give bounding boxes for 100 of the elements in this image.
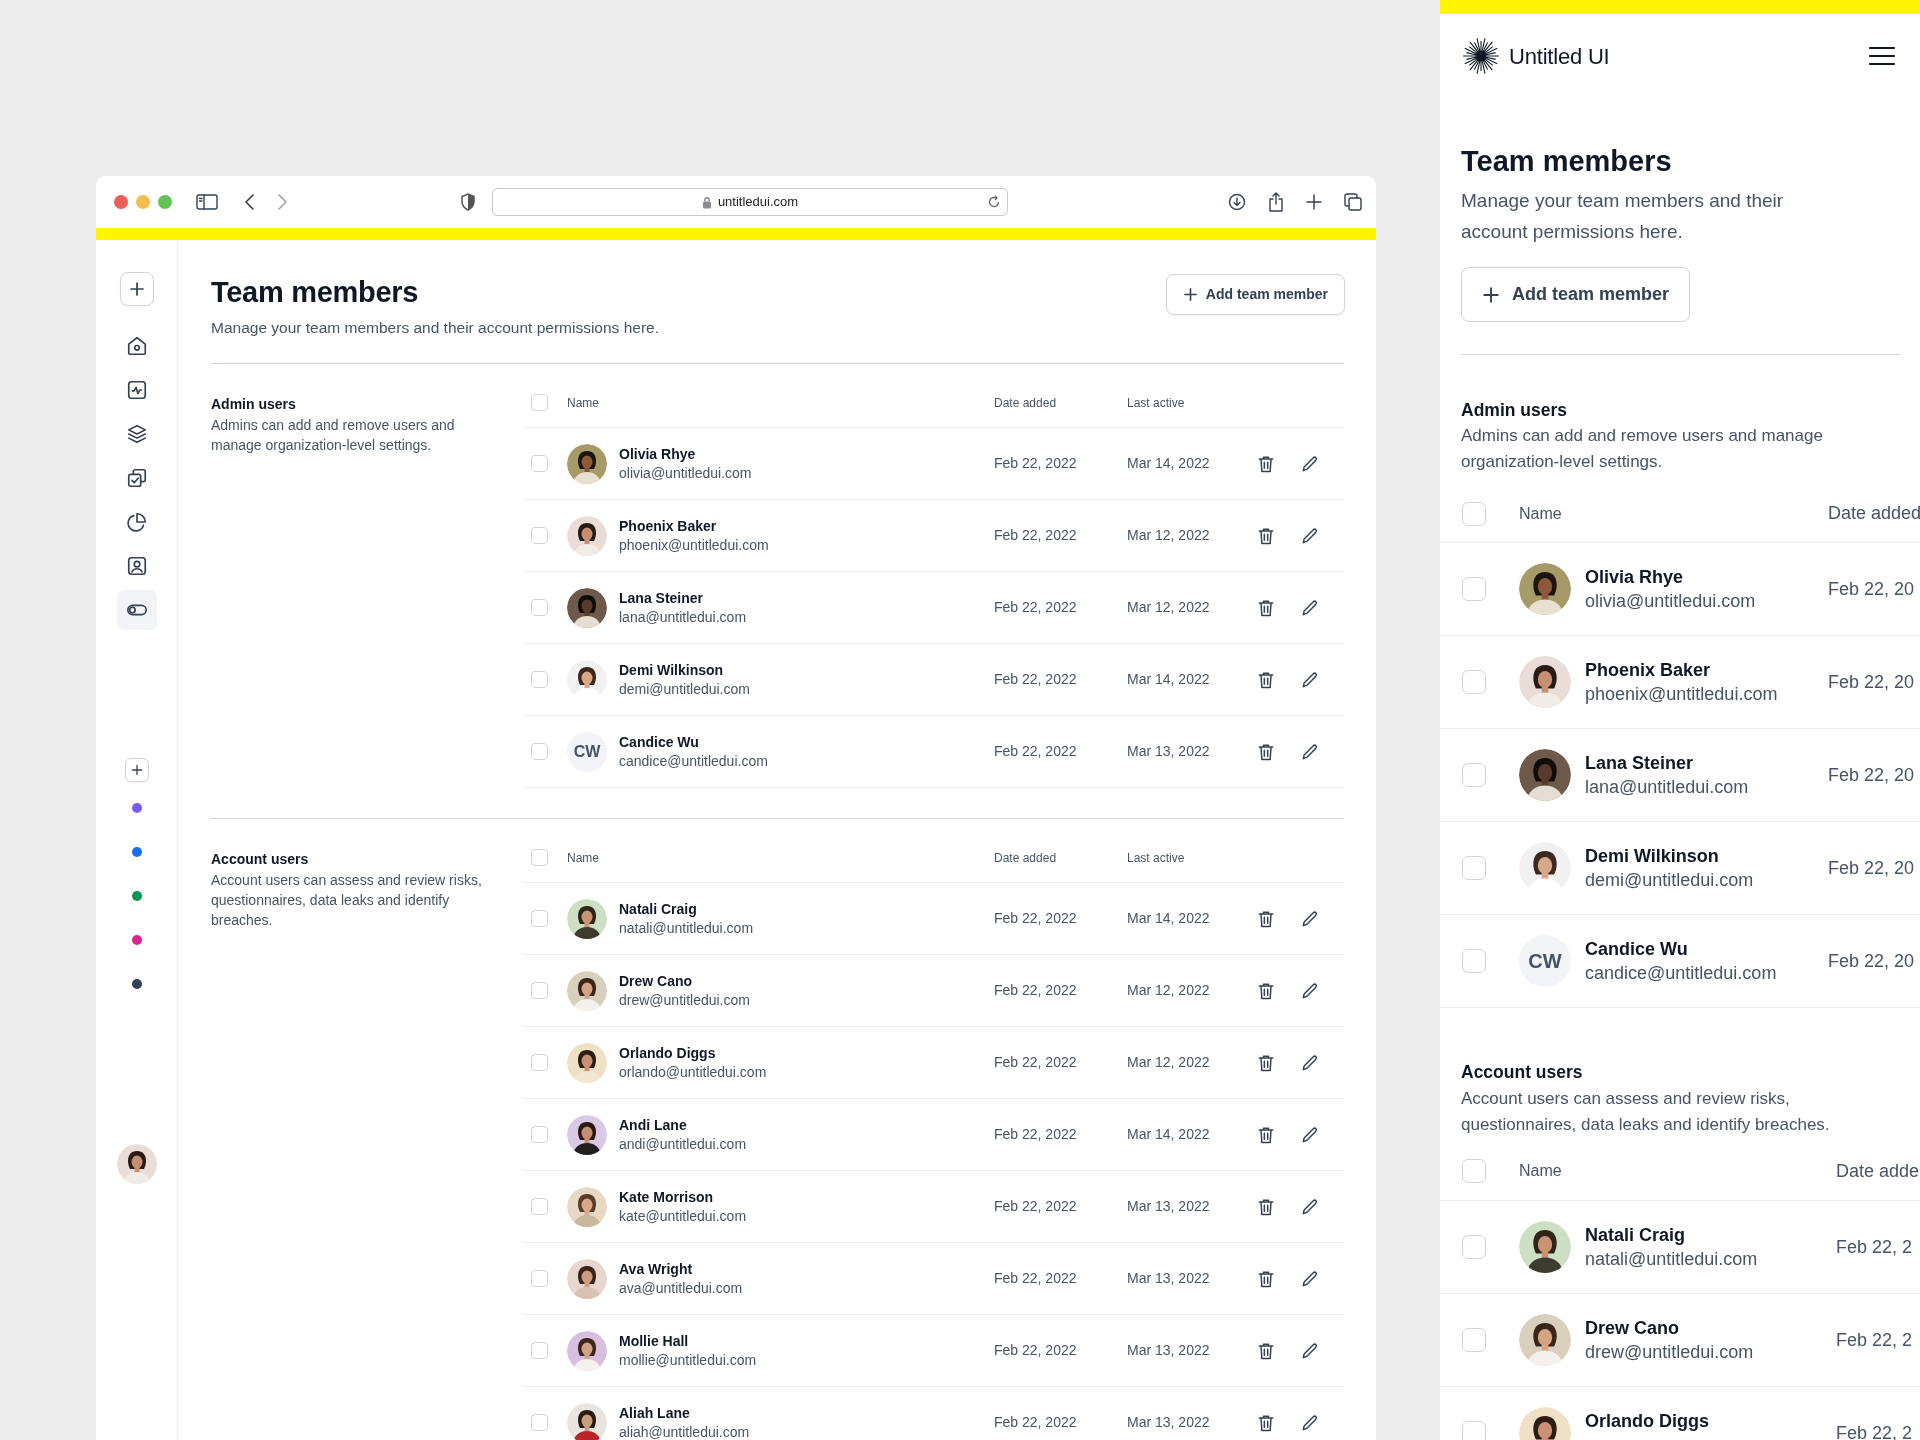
status-dot[interactable] <box>131 935 142 945</box>
last-active: Mar 14, 2022 <box>1127 670 1211 690</box>
member-email: olivia@untitledui.com <box>619 463 752 483</box>
section-description: Account users can assess and review risks, questionnaires, data leaks and identify breaches. <box>1461 1087 1831 1136</box>
pencil-icon <box>1300 980 1320 1001</box>
layers-icon <box>125 423 148 445</box>
checkbox[interactable] <box>531 910 548 928</box>
pencil-icon <box>1300 1412 1320 1433</box>
checkbox[interactable] <box>1462 1327 1486 1352</box>
status-dot[interactable] <box>131 847 142 857</box>
date-added: Feb 22, 2 <box>1836 1235 1914 1256</box>
member-name: Candice Wu <box>1585 938 1689 962</box>
checkbox[interactable] <box>531 394 548 412</box>
checkbox[interactable] <box>531 671 548 689</box>
page-subtitle: Manage your team members and their account permissions here. <box>1461 189 1785 244</box>
checkbox[interactable] <box>531 1126 548 1144</box>
share-icon[interactable] <box>1268 192 1284 212</box>
date-added: Feb 22, 2022 <box>994 454 1078 474</box>
plus-icon <box>128 281 145 297</box>
add-button[interactable] <box>119 272 154 306</box>
member-email: phoenix@untitledui.com <box>619 535 769 555</box>
last-active: Mar 14, 2022 <box>1127 909 1211 929</box>
status-dot[interactable] <box>131 891 142 901</box>
back-icon[interactable] <box>244 193 256 211</box>
status-dot[interactable] <box>131 803 142 813</box>
member-name: Olivia Rhye <box>1585 566 1685 590</box>
shield-icon[interactable] <box>460 193 476 211</box>
sidebar-toggle-icon[interactable] <box>196 193 218 211</box>
date-added: Feb 22, 2 <box>1836 1421 1914 1440</box>
checkbox[interactable] <box>531 1270 548 1288</box>
checkbox[interactable] <box>531 849 548 867</box>
last-active: Mar 13, 2022 <box>1127 742 1211 762</box>
download-icon[interactable] <box>1228 193 1246 211</box>
checkbox[interactable] <box>1462 1234 1486 1259</box>
member-email: demi@untitledui.com <box>619 679 750 699</box>
section-title: Admin users <box>211 395 297 415</box>
member-name: Orlando Diggs <box>1585 1409 1710 1433</box>
date-added: Feb 22, 2 <box>1836 1328 1914 1349</box>
add-button[interactable] <box>124 758 149 782</box>
checkbox[interactable] <box>531 455 548 473</box>
member-email: drew@untitledui.com <box>619 990 750 1010</box>
checkbox[interactable] <box>1462 577 1486 602</box>
checkbox[interactable] <box>531 599 548 617</box>
date-added: Feb 22, 2022 <box>994 981 1078 1001</box>
checkbox[interactable] <box>531 1342 548 1360</box>
member-name: Phoenix Baker <box>619 516 718 536</box>
contact-icon <box>125 555 148 577</box>
member-name: Phoenix Baker <box>1585 659 1712 683</box>
date-added: Feb 22, 2022 <box>994 1413 1078 1433</box>
checkbox[interactable] <box>1462 763 1486 788</box>
reload-icon[interactable] <box>987 195 1001 209</box>
member-name: Aliah Lane <box>619 1403 691 1423</box>
checkbox[interactable] <box>531 1414 548 1432</box>
activity-icon <box>125 379 148 401</box>
member-email: candice@untitledui.com <box>619 751 768 771</box>
url-text: untitledui.com <box>717 193 799 212</box>
member-email: demi@untitledui.com <box>1585 869 1755 893</box>
add-team-member-button[interactable]: Add team member <box>1165 274 1345 315</box>
close-button[interactable] <box>114 195 128 209</box>
column-header: Date added <box>994 395 1058 413</box>
forward-icon[interactable] <box>276 193 288 211</box>
member-email: drew@untitledui.com <box>1585 1340 1755 1364</box>
member-email: kate@untitledui.com <box>619 1206 747 1226</box>
member-email: orlando@untitledui.com <box>619 1062 767 1082</box>
date-added: Feb 22, 2022 <box>994 1053 1078 1073</box>
member-name: Lana Steiner <box>619 588 705 608</box>
member-email: candice@untitledui.com <box>1585 962 1778 986</box>
new-tab-icon[interactable] <box>1306 194 1322 210</box>
checkbox[interactable] <box>1462 670 1486 695</box>
page-title: Team members <box>1461 144 1673 179</box>
pencil-icon <box>1300 908 1320 929</box>
status-dot[interactable] <box>131 979 142 989</box>
date-added: Feb 22, 2022 <box>994 526 1078 546</box>
pencil-icon <box>1300 597 1320 618</box>
member-email: ava@untitledui.com <box>619 1278 743 1298</box>
add-team-member-button[interactable]: Add team member <box>1461 267 1691 322</box>
member-email: lana@untitledui.com <box>1585 776 1750 800</box>
checkbox[interactable] <box>531 982 548 1000</box>
checkbox[interactable] <box>1462 856 1486 881</box>
sidebar-item[interactable] <box>116 590 157 630</box>
checklist-icon <box>125 467 148 489</box>
checkbox[interactable] <box>1462 501 1486 526</box>
pencil-icon <box>1300 741 1320 762</box>
member-name: Kate Morrison <box>619 1187 715 1207</box>
date-added: Feb 22, 2022 <box>994 1341 1078 1361</box>
section-title: Account users <box>211 850 310 870</box>
last-active: Mar 13, 2022 <box>1127 1341 1211 1361</box>
member-email: olivia@untitledui.com <box>1585 590 1757 614</box>
address-bar[interactable]: untitledui.com <box>492 188 1008 216</box>
date-added: Feb 22, 20 <box>1828 857 1916 878</box>
checkbox[interactable] <box>531 1198 548 1216</box>
member-email: natali@untitledui.com <box>619 918 754 938</box>
checkbox[interactable] <box>1462 1159 1486 1183</box>
checkbox[interactable] <box>1462 1420 1486 1440</box>
tabs-icon[interactable] <box>1344 193 1362 211</box>
checkbox[interactable] <box>531 743 548 761</box>
checkbox[interactable] <box>531 1054 548 1072</box>
checkbox[interactable] <box>531 527 548 545</box>
member-email: phoenix@untitledui.com <box>1585 683 1779 707</box>
checkbox[interactable] <box>1462 949 1486 974</box>
